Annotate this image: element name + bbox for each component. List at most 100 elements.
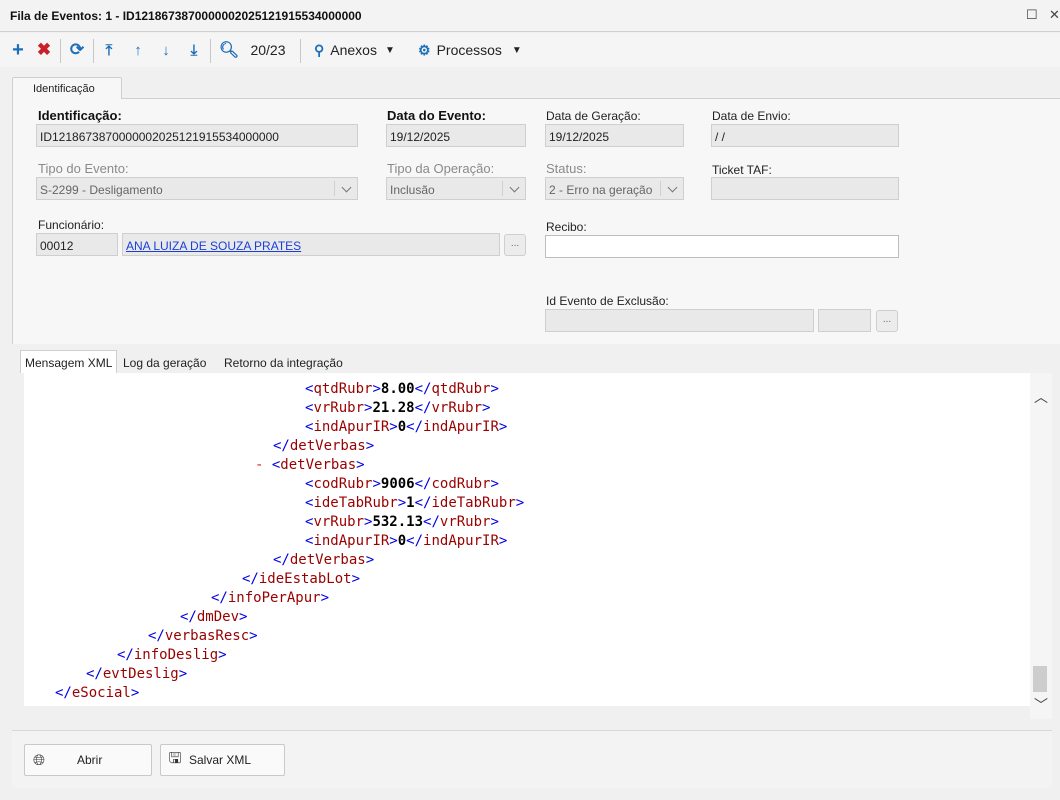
status-select[interactable]: 2 - Erro na geração: [545, 177, 684, 200]
funcionario-name-link[interactable]: ANA LUIZA DE SOUZA PRATES: [126, 239, 301, 253]
id-exclusao-label: Id Evento de Exclusão:: [546, 294, 669, 308]
xml-line: <vrRubr>21.28</vrRubr>: [305, 400, 490, 416]
xml-line: </verbasResc>: [148, 628, 258, 644]
ticket-taf-field[interactable]: [711, 177, 899, 200]
close-window-button[interactable]: ✕: [1049, 7, 1060, 23]
search-icon[interactable]: 🔍︎: [219, 39, 239, 61]
refresh-icon[interactable]: ⟳: [66, 39, 88, 61]
toolbar-divider: [60, 39, 61, 63]
xml-tag-name: detVerbas: [289, 438, 366, 454]
funcionario-lookup-button[interactable]: ...: [504, 234, 526, 256]
xml-value: 0: [397, 533, 407, 549]
xml-line: </infoPerApur>: [211, 590, 329, 606]
scrollbar-thumb[interactable]: [1033, 666, 1047, 692]
xml-bracket: </: [406, 419, 424, 435]
abrir-button[interactable]: 🌐︎ Abrir: [24, 744, 152, 776]
first-record-icon[interactable]: ⤒: [99, 39, 119, 61]
xml-bracket: </: [211, 590, 228, 606]
xml-tag-name: infoPerApur: [227, 590, 321, 606]
xml-tag-name: vrRubr: [313, 400, 365, 416]
xml-bracket: </: [55, 685, 72, 701]
xml-bracket: >: [490, 381, 499, 397]
xml-line: <ideTabRubr>1</ideTabRubr>: [305, 495, 524, 511]
tab-retorno-integracao[interactable]: Retorno da integração: [219, 350, 348, 373]
recibo-label: Recibo:: [546, 220, 587, 234]
data-envio-field[interactable]: / /: [711, 124, 899, 147]
xml-bracket: >: [320, 590, 330, 606]
xml-bracket: >: [365, 552, 375, 568]
id-exclusao-field[interactable]: [545, 309, 814, 332]
funcionario-name-field[interactable]: ANA LUIZA DE SOUZA PRATES: [122, 233, 500, 256]
tab-identificacao[interactable]: Identificação: [12, 77, 122, 99]
chevron-down-icon: ▼: [384, 44, 395, 56]
next-record-icon[interactable]: ↓: [156, 39, 176, 61]
funcionario-label: Funcionário:: [38, 218, 105, 232]
anexos-menu-button[interactable]: ⚲ Anexos ▼: [314, 39, 406, 61]
xml-bracket: </: [242, 571, 259, 587]
maximize-button[interactable]: ☐: [1026, 7, 1038, 23]
tab-log-geracao[interactable]: Log da geração: [118, 350, 211, 373]
status-value: 2 - Erro na geração: [549, 183, 653, 197]
xml-tag-name: indApurIR: [423, 533, 499, 549]
xml-line: </evtDeslig>: [86, 666, 187, 682]
tipo-evento-value: S-2299 - Desligamento: [40, 183, 163, 197]
data-evento-field[interactable]: 19/12/2025: [386, 124, 526, 147]
xml-tag-name: indApurIR: [313, 533, 390, 549]
data-geracao-field[interactable]: 19/12/2025: [545, 124, 684, 147]
tipo-evento-label: Tipo do Evento:: [38, 161, 129, 176]
xml-line: <codRubr>9006</codRubr>: [305, 476, 499, 492]
ticket-taf-label: Ticket TAF:: [712, 163, 772, 177]
xml-bracket: >: [482, 400, 491, 416]
xml-tag-name: ideTabRubr: [313, 495, 398, 511]
last-record-icon[interactable]: ⤓: [184, 39, 204, 61]
xml-tag-name: eSocial: [71, 685, 131, 701]
xml-value: 1: [406, 495, 415, 511]
record-counter: 20/23: [250, 42, 286, 58]
data-envio-label: Data de Envio:: [712, 109, 791, 123]
processos-label: Processos: [436, 42, 502, 58]
xml-tag-name: vrRubr: [439, 514, 491, 530]
recibo-field[interactable]: [545, 235, 899, 258]
tipo-operacao-label: Tipo da Operação:: [387, 161, 495, 176]
identificacao-field[interactable]: ID1218673870000002025121915534000000: [36, 124, 358, 147]
xml-bracket: </: [414, 476, 432, 492]
id-exclusao-lookup-button[interactable]: ...: [876, 310, 898, 332]
xml-bracket: </: [406, 533, 424, 549]
xml-value: 9006: [380, 476, 415, 492]
tipo-evento-select[interactable]: S-2299 - Desligamento: [36, 177, 358, 200]
chevron-down-icon: ▼: [511, 44, 522, 56]
scroll-up-icon[interactable]: ︿: [1034, 387, 1048, 407]
previous-record-icon[interactable]: ↑: [128, 39, 148, 61]
xml-viewer[interactable]: <qtdRubr>8.00</qtdRubr> <vrRubr>21.28</vr…: [24, 373, 1030, 706]
xml-bracket: >: [351, 571, 361, 587]
xml-tag-name: evtDeslig: [102, 666, 179, 682]
xml-bracket: >: [389, 419, 398, 435]
xml-line: </dmDev>: [180, 609, 247, 625]
funcionario-code-field[interactable]: 00012: [36, 233, 118, 256]
processos-menu-button[interactable]: ⚙ Processos ▼: [418, 39, 534, 61]
scroll-down-icon[interactable]: ﹀: [1034, 695, 1048, 715]
salvar-xml-button[interactable]: 🖫︎ Salvar XML: [160, 744, 285, 776]
tab-mensagem-xml[interactable]: Mensagem XML: [20, 350, 118, 373]
tipo-operacao-select[interactable]: Inclusão: [386, 177, 526, 200]
xml-tag-name: codRubr: [431, 476, 491, 492]
tipo-operacao-value: Inclusão: [390, 183, 435, 197]
xml-tag-name: indApurIR: [423, 419, 499, 435]
xml-collapse-toggle: -: [255, 457, 272, 473]
xml-tag-name: qtdRubr: [431, 381, 491, 397]
xml-bracket: >: [498, 533, 508, 549]
vertical-scrollbar[interactable]: ︿ ﹀: [1030, 373, 1052, 719]
paperclip-icon: ⚲: [314, 41, 325, 58]
xml-bracket: >: [490, 514, 499, 530]
xml-bracket: >: [498, 419, 508, 435]
xml-value: 532.13: [372, 514, 424, 530]
add-icon[interactable]: +: [8, 39, 28, 61]
xml-bracket: >: [389, 533, 398, 549]
id-exclusao-extra-field[interactable]: [818, 309, 871, 332]
xml-bracket: </: [117, 647, 134, 663]
delete-icon[interactable]: ✖: [34, 39, 54, 61]
xml-tag-name: indApurIR: [313, 419, 390, 435]
toolbar-divider: [300, 39, 301, 63]
xml-line: <qtdRubr>8.00</qtdRubr>: [305, 381, 499, 397]
xml-value: 8.00: [380, 381, 415, 397]
